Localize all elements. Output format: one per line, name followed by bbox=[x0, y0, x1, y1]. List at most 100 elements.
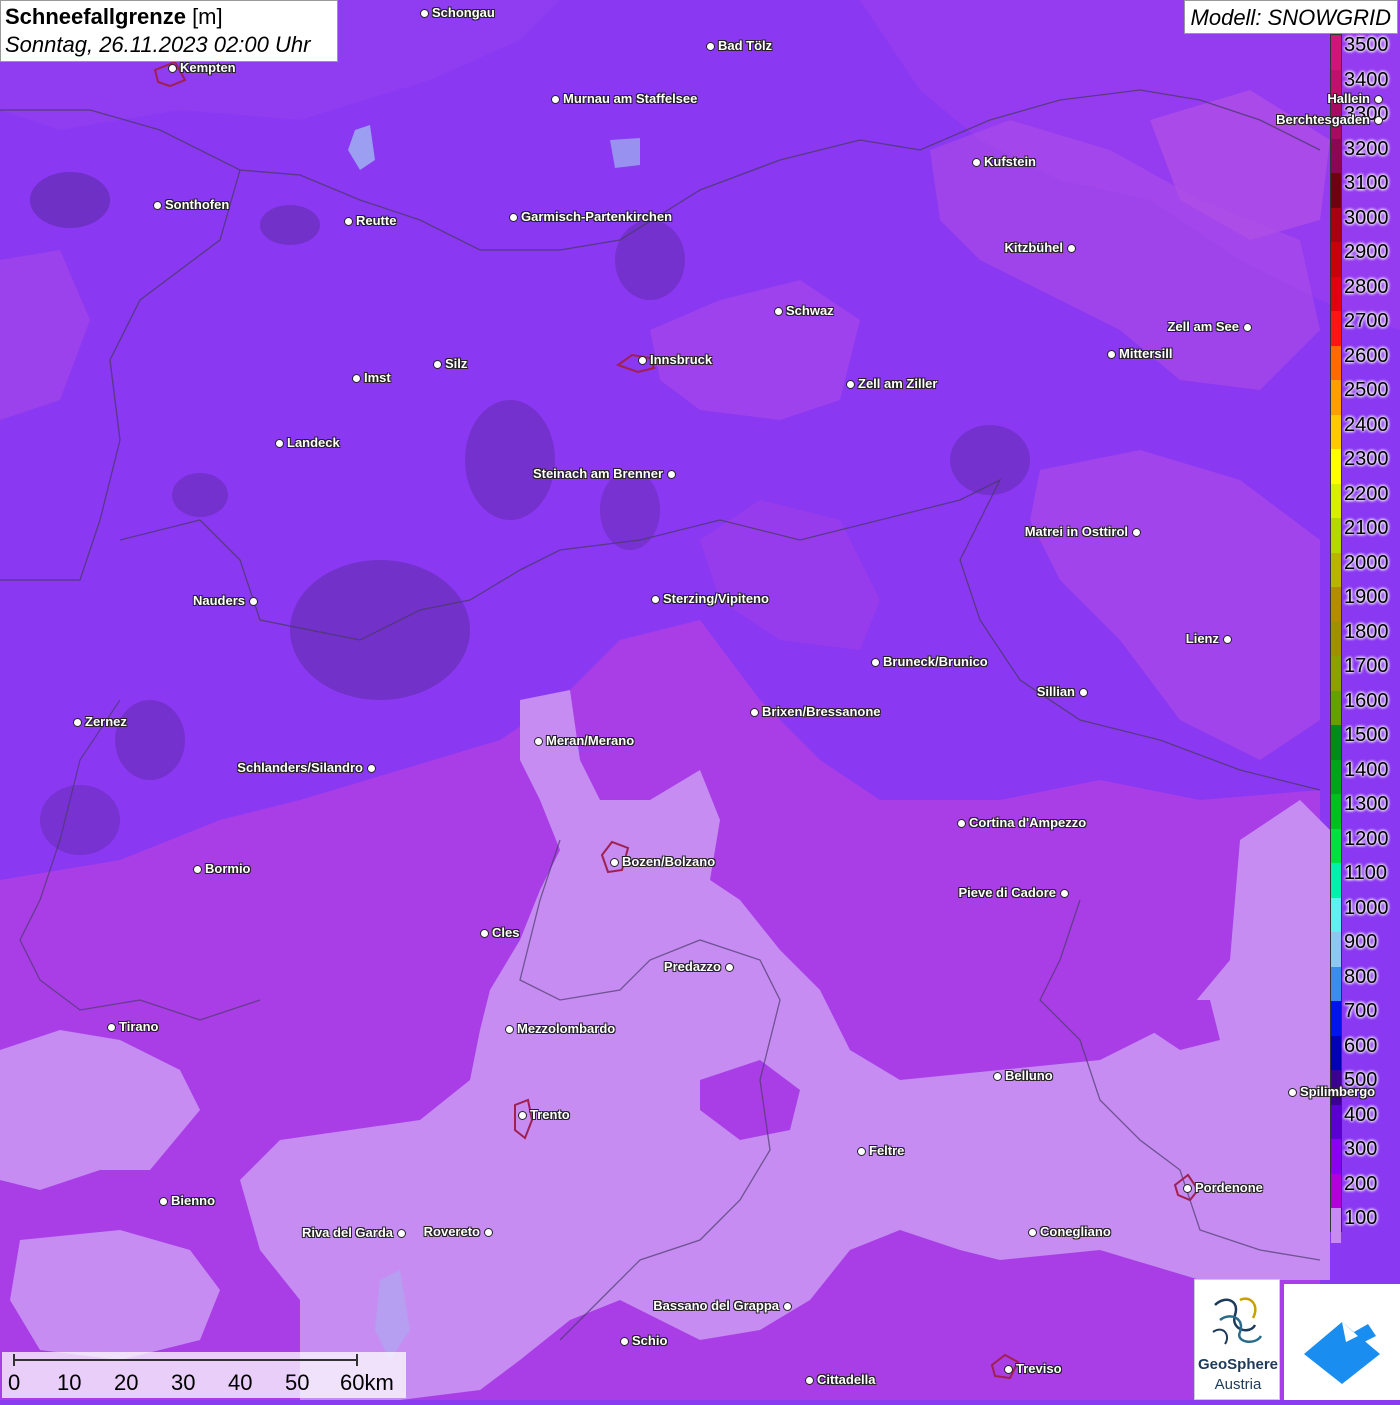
city-label[interactable]: Schio bbox=[632, 1334, 667, 1348]
city-marker[interactable] bbox=[433, 360, 442, 369]
city-label[interactable]: Bozen/Bolzano bbox=[622, 855, 715, 869]
city-marker[interactable] bbox=[750, 708, 759, 717]
city-marker[interactable] bbox=[484, 1228, 493, 1237]
city-label[interactable]: Treviso bbox=[1016, 1362, 1062, 1376]
city-label[interactable]: Bruneck/Brunico bbox=[883, 655, 988, 669]
city-label[interactable]: Kufstein bbox=[984, 155, 1036, 169]
city-marker[interactable] bbox=[1132, 528, 1141, 537]
city-marker[interactable] bbox=[667, 470, 676, 479]
city-marker[interactable] bbox=[480, 929, 489, 938]
city-marker[interactable] bbox=[620, 1337, 629, 1346]
city-marker[interactable] bbox=[846, 380, 855, 389]
city-label[interactable]: Sonthofen bbox=[165, 198, 229, 212]
city-label[interactable]: Lienz bbox=[1186, 632, 1219, 646]
city-marker[interactable] bbox=[1028, 1228, 1037, 1237]
city-marker[interactable] bbox=[275, 439, 284, 448]
city-label[interactable]: Brixen/Bressanone bbox=[762, 705, 881, 719]
city-marker[interactable] bbox=[344, 217, 353, 226]
city-label[interactable]: Steinach am Brenner bbox=[533, 467, 663, 481]
city-marker[interactable] bbox=[367, 764, 376, 773]
city-label[interactable]: Bienno bbox=[171, 1194, 215, 1208]
city-label[interactable]: Landeck bbox=[287, 436, 340, 450]
city-label[interactable]: Pordenone bbox=[1195, 1181, 1263, 1195]
city-marker[interactable] bbox=[505, 1025, 514, 1034]
city-marker[interactable] bbox=[774, 307, 783, 316]
city-label[interactable]: Trento bbox=[530, 1108, 570, 1122]
city-marker[interactable] bbox=[871, 658, 880, 667]
city-marker[interactable] bbox=[1067, 244, 1076, 253]
city-marker[interactable] bbox=[805, 1376, 814, 1385]
city-label[interactable]: Feltre bbox=[869, 1144, 904, 1158]
city-label[interactable]: Predazzo bbox=[664, 960, 721, 974]
city-marker[interactable] bbox=[1374, 116, 1383, 125]
city-marker[interactable] bbox=[193, 865, 202, 874]
city-label[interactable]: Murnau am Staffelsee bbox=[563, 92, 697, 106]
city-label[interactable]: Bassano del Grappa bbox=[653, 1299, 779, 1313]
city-marker[interactable] bbox=[706, 42, 715, 51]
city-label[interactable]: Nauders bbox=[193, 594, 245, 608]
city-marker[interactable] bbox=[249, 597, 258, 606]
city-label[interactable]: Zell am Ziller bbox=[858, 377, 937, 391]
city-label[interactable]: Schongau bbox=[432, 6, 495, 20]
city-label[interactable]: Rovereto bbox=[424, 1225, 480, 1239]
city-marker[interactable] bbox=[1243, 323, 1252, 332]
city-label[interactable]: Sillian bbox=[1037, 685, 1075, 699]
city-label[interactable]: Berchtesgaden bbox=[1276, 113, 1370, 127]
app-logo[interactable] bbox=[1284, 1284, 1400, 1400]
city-label[interactable]: Silz bbox=[445, 357, 467, 371]
city-marker[interactable] bbox=[1183, 1184, 1192, 1193]
city-label[interactable]: Innsbruck bbox=[650, 353, 712, 367]
city-label[interactable]: Schlanders/Silandro bbox=[237, 761, 363, 775]
city-label[interactable]: Pieve di Cadore bbox=[958, 886, 1056, 900]
city-marker[interactable] bbox=[159, 1197, 168, 1206]
city-marker[interactable] bbox=[518, 1111, 527, 1120]
city-label[interactable]: Spilimbergo bbox=[1300, 1085, 1375, 1099]
city-marker[interactable] bbox=[1060, 889, 1069, 898]
city-label[interactable]: Zell am See bbox=[1167, 320, 1239, 334]
city-marker[interactable] bbox=[1223, 635, 1232, 644]
city-marker[interactable] bbox=[397, 1229, 406, 1238]
city-label[interactable]: Kempten bbox=[180, 61, 236, 75]
city-marker[interactable] bbox=[1079, 688, 1088, 697]
city-label[interactable]: Schwaz bbox=[786, 304, 834, 318]
city-marker[interactable] bbox=[1374, 95, 1383, 104]
city-marker[interactable] bbox=[1107, 350, 1116, 359]
city-marker[interactable] bbox=[972, 158, 981, 167]
city-marker[interactable] bbox=[857, 1147, 866, 1156]
city-label[interactable]: Tirano bbox=[119, 1020, 159, 1034]
city-marker[interactable] bbox=[73, 718, 82, 727]
city-label[interactable]: Cittadella bbox=[817, 1373, 876, 1387]
city-marker[interactable] bbox=[957, 819, 966, 828]
city-label[interactable]: Garmisch-Partenkirchen bbox=[521, 210, 672, 224]
city-label[interactable]: Bormio bbox=[205, 862, 251, 876]
city-marker[interactable] bbox=[153, 201, 162, 210]
city-marker[interactable] bbox=[420, 9, 429, 18]
city-marker[interactable] bbox=[651, 595, 660, 604]
city-label[interactable]: Cortina d'Ampezzo bbox=[969, 816, 1086, 830]
city-label[interactable]: Cles bbox=[492, 926, 519, 940]
city-marker[interactable] bbox=[638, 356, 647, 365]
city-label[interactable]: Conegliano bbox=[1040, 1225, 1111, 1239]
city-label[interactable]: Zernez bbox=[85, 715, 127, 729]
city-label[interactable]: Belluno bbox=[1005, 1069, 1053, 1083]
city-marker[interactable] bbox=[610, 858, 619, 867]
city-marker[interactable] bbox=[783, 1302, 792, 1311]
geosphere-logo[interactable]: GeoSphere Austria bbox=[1194, 1279, 1280, 1400]
city-label[interactable]: Imst bbox=[364, 371, 391, 385]
city-marker[interactable] bbox=[509, 213, 518, 222]
city-label[interactable]: Meran/Merano bbox=[546, 734, 634, 748]
city-marker[interactable] bbox=[1288, 1088, 1297, 1097]
city-label[interactable]: Mezzolombardo bbox=[517, 1022, 615, 1036]
city-label[interactable]: Kitzbühel bbox=[1005, 241, 1064, 255]
city-label[interactable]: Sterzing/Vipiteno bbox=[663, 592, 769, 606]
city-label[interactable]: Bad Tölz bbox=[718, 39, 772, 53]
city-label[interactable]: Reutte bbox=[356, 214, 396, 228]
city-marker[interactable] bbox=[551, 95, 560, 104]
city-marker[interactable] bbox=[168, 64, 177, 73]
city-marker[interactable] bbox=[534, 737, 543, 746]
city-marker[interactable] bbox=[352, 374, 361, 383]
city-marker[interactable] bbox=[1004, 1365, 1013, 1374]
city-marker[interactable] bbox=[107, 1023, 116, 1032]
city-label[interactable]: Matrei in Osttirol bbox=[1025, 525, 1128, 539]
city-marker[interactable] bbox=[993, 1072, 1002, 1081]
